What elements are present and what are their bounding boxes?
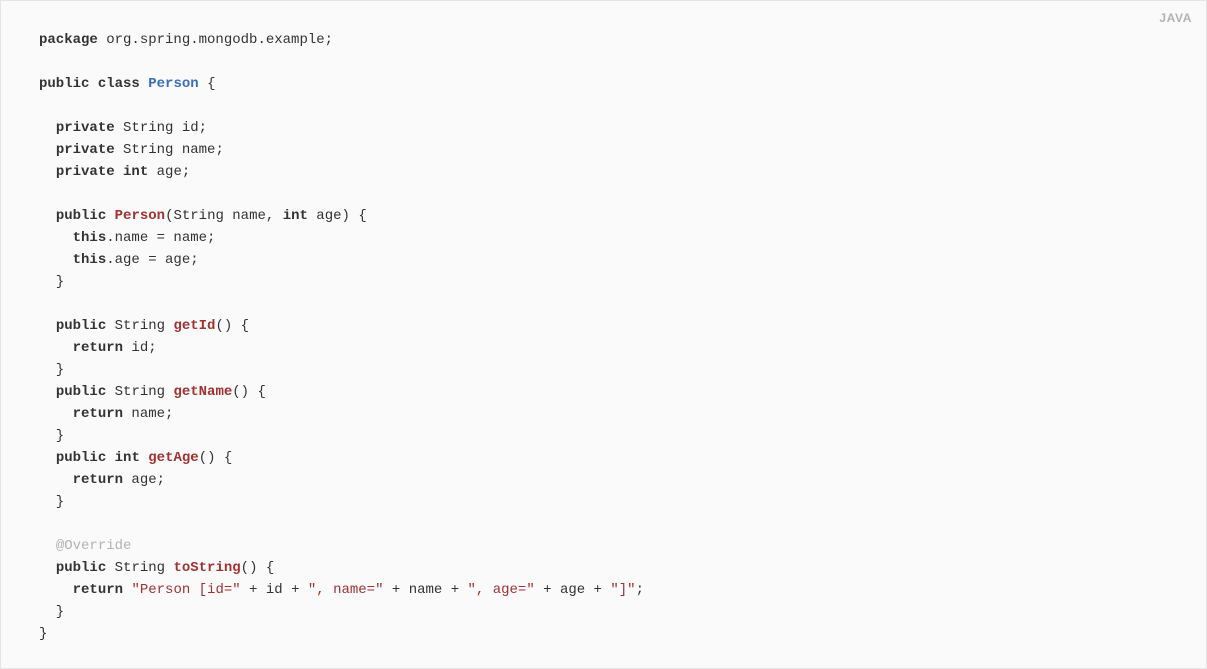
keyword-int: int: [123, 164, 148, 180]
concat: + id +: [241, 582, 308, 598]
string-literal: ", age=": [468, 582, 535, 598]
keyword-private: private: [56, 142, 115, 158]
brace: }: [39, 494, 64, 510]
method-getName: getName: [173, 384, 232, 400]
paren-brace: () {: [232, 384, 266, 400]
keyword-return: return: [73, 472, 123, 488]
constructor-name: Person: [115, 208, 165, 224]
assign-age: .age = age;: [106, 252, 198, 268]
keyword-public: public: [56, 384, 106, 400]
brace: {: [199, 76, 216, 92]
brace: }: [39, 274, 64, 290]
paren-brace: () {: [215, 318, 249, 334]
assign-name: .name = name;: [106, 230, 215, 246]
keyword-public: public: [56, 208, 106, 224]
keyword-public: public: [56, 318, 106, 334]
keyword-private: private: [56, 164, 115, 180]
ctor-sig-open: (String name,: [165, 208, 283, 224]
string-literal: "Person [id=": [131, 582, 240, 598]
keyword-return: return: [73, 340, 123, 356]
concat: + age +: [535, 582, 611, 598]
brace: }: [39, 626, 47, 642]
return-type: String: [106, 384, 173, 400]
class-name: Person: [148, 76, 198, 92]
keyword-int: int: [283, 208, 308, 224]
code-content: package org.spring.mongodb.example; publ…: [39, 29, 1168, 645]
keyword-public: public: [56, 560, 106, 576]
keyword-class: class: [98, 76, 140, 92]
return-id: id;: [123, 340, 157, 356]
brace: }: [39, 604, 64, 620]
keyword-public: public: [56, 450, 106, 466]
keyword-package: package: [39, 32, 98, 48]
ctor-sig-close: age) {: [308, 208, 367, 224]
paren-brace: () {: [199, 450, 233, 466]
brace: }: [39, 428, 64, 444]
return-name: name;: [123, 406, 173, 422]
string-literal: ", name=": [308, 582, 384, 598]
code-block: JAVA package org.spring.mongodb.example;…: [0, 0, 1207, 669]
keyword-return: return: [73, 406, 123, 422]
keyword-private: private: [56, 120, 115, 136]
language-label: JAVA: [1159, 11, 1192, 25]
return-type: String: [106, 560, 173, 576]
return-type: String: [106, 318, 173, 334]
return-age: age;: [123, 472, 165, 488]
method-getId: getId: [173, 318, 215, 334]
annotation-override: @Override: [56, 538, 132, 554]
method-toString: toString: [173, 560, 240, 576]
paren-brace: () {: [241, 560, 275, 576]
string-literal: "]": [610, 582, 635, 598]
brace: }: [39, 362, 64, 378]
method-getAge: getAge: [148, 450, 198, 466]
keyword-int: int: [115, 450, 140, 466]
semicolon: ;: [636, 582, 644, 598]
package-name: org.spring.mongodb.example;: [98, 32, 333, 48]
field-name-decl: String name;: [115, 142, 224, 158]
keyword-return: return: [73, 582, 123, 598]
keyword-this: this: [73, 252, 107, 268]
keyword-this: this: [73, 230, 107, 246]
concat: + name +: [384, 582, 468, 598]
keyword-public: public: [39, 76, 89, 92]
field-id-decl: String id;: [115, 120, 207, 136]
field-age-decl: age;: [148, 164, 190, 180]
